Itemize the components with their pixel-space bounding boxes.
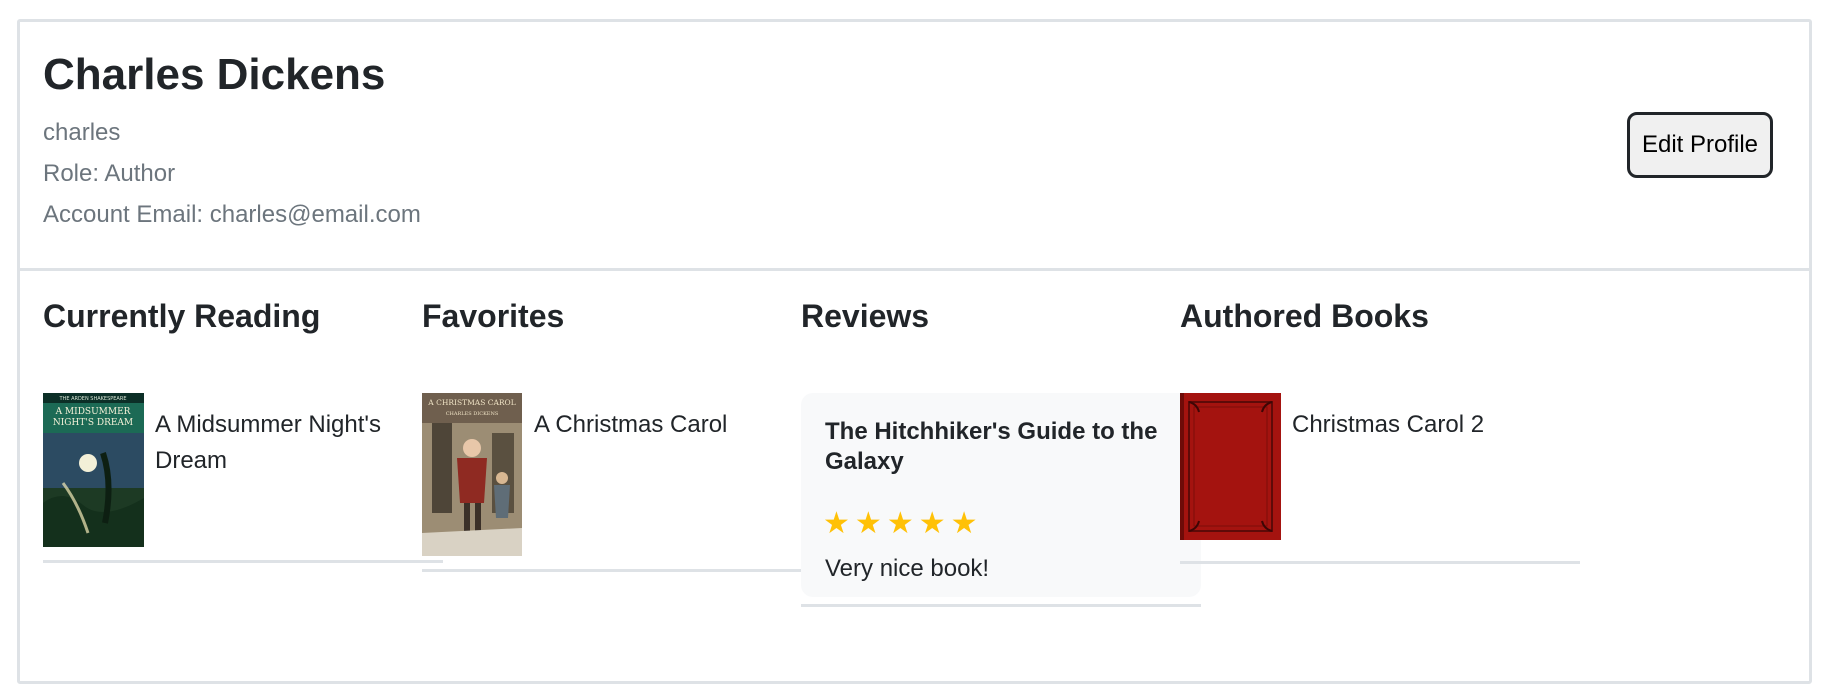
star-icon: ★ [918,507,951,540]
cover-title-text: A CHRISTMAS CAROL [427,398,515,407]
reviews-heading: Reviews [801,298,930,334]
profile-header: Charles Dickens charles Role: Author Acc… [20,22,1809,271]
authored-book-title[interactable]: Christmas Carol 2 [1292,407,1572,443]
section-divider [1180,561,1580,564]
star-rating: ★★★★★ [823,509,983,539]
profile-role: Role: Author [43,160,176,187]
cover-series-text: THE ARDEN SHAKESPEARE [59,396,127,402]
star-icon: ★ [950,507,983,540]
edit-profile-button[interactable]: Edit Profile [1627,112,1773,178]
section-divider [801,604,1201,607]
section-divider [43,560,443,563]
cover-title-line-2: NIGHT'S DREAM [53,418,133,428]
profile-card: Charles Dickens charles Role: Author Acc… [17,19,1812,684]
star-icon: ★ [823,507,855,540]
authored-books-section: Authored Books Christmas Carol 2 [1180,271,1580,671]
authored-books-heading: Authored Books [1180,298,1429,334]
review-card[interactable]: The Hitchhiker's Guide to the Galaxy ★★★… [801,393,1201,597]
star-icon: ★ [854,507,887,540]
review-book-title[interactable]: The Hitchhiker's Guide to the Galaxy [825,417,1177,477]
reviews-section: Reviews The Hitchhiker's Guide to the Ga… [801,271,1201,671]
midsummer-cover-image[interactable]: THE ARDEN SHAKESPEARE A MIDSUMMER NIGHT'… [43,393,144,547]
favorites-section: Favorites A CHRISTMAS CAROL CHARLES DICK… [422,271,822,671]
currently-reading-section: Currently Reading THE ARDEN SHAKESPEARE … [43,271,443,671]
favorites-heading: Favorites [422,298,565,334]
cover-author-text: CHARLES DICKENS [446,411,499,417]
profile-username: charles [43,119,121,146]
red-book-cover-image[interactable] [1180,393,1281,540]
profile-name: Charles Dickens [43,50,386,99]
section-divider [422,569,822,572]
profile-email: Account Email: charles@email.com [43,201,421,228]
favorites-book-title[interactable]: A Christmas Carol [534,407,814,443]
currently-reading-heading: Currently Reading [43,298,321,334]
currently-reading-book-title[interactable]: A Midsummer Night's Dream [155,407,435,479]
star-icon: ★ [886,507,919,540]
christmas-carol-cover-image[interactable]: A CHRISTMAS CAROL CHARLES DICKENS [422,393,522,556]
review-text: Very nice book! [825,555,990,582]
cover-title-line-1: A MIDSUMMER [55,407,131,417]
